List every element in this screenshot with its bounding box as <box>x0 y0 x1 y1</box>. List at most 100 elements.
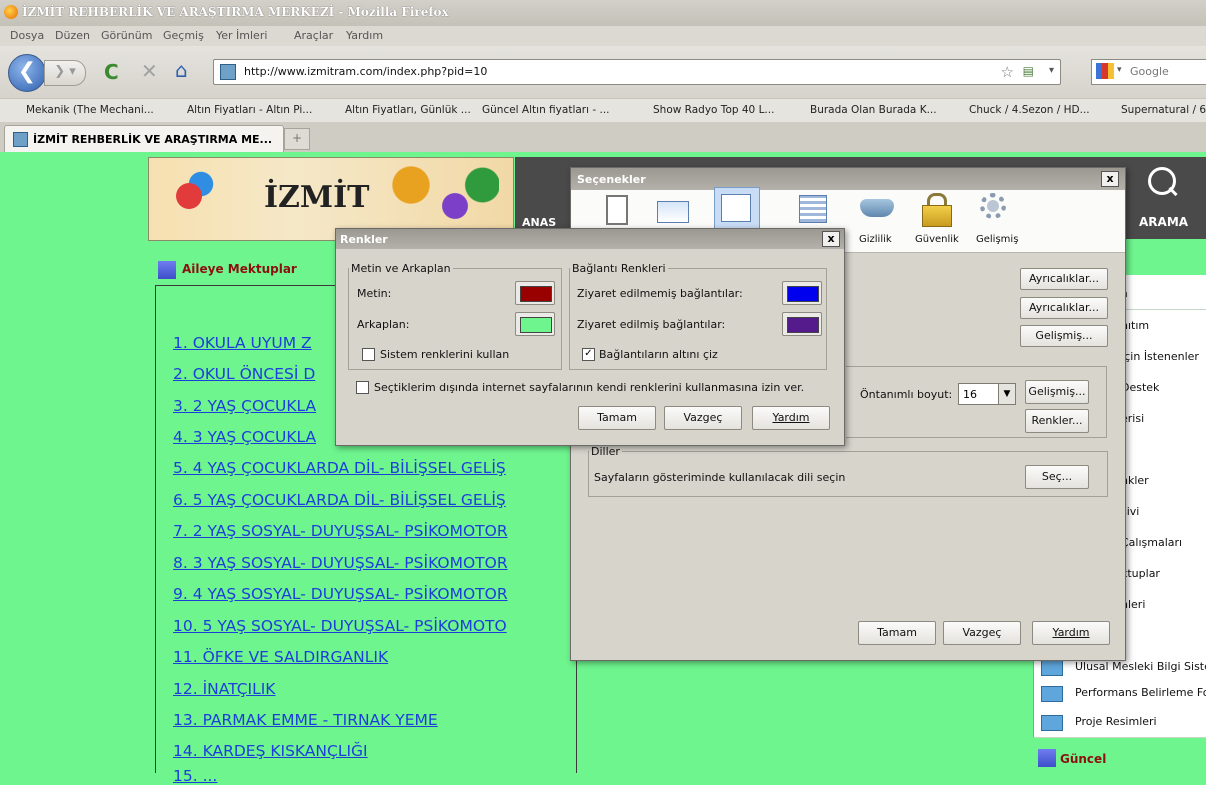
forward-button[interactable]: ❯ ▾ <box>44 60 86 86</box>
colors-button[interactable]: Renkler... <box>1025 409 1089 433</box>
reload-icon[interactable]: C <box>104 60 119 84</box>
hands-decoration-icon <box>159 166 219 226</box>
list-item[interactable]: 4. 3 YAŞ ÇOCUKLA <box>173 428 316 446</box>
tab-tabs-icon[interactable] <box>655 191 691 227</box>
menu-file[interactable]: Dosya <box>10 29 44 42</box>
list-item[interactable]: 1. OKULA UYUM Z <box>173 334 312 352</box>
close-icon[interactable]: x <box>822 231 840 247</box>
unvisited-color-swatch <box>787 286 819 302</box>
google-icon[interactable] <box>1096 63 1114 79</box>
options-cancel-button[interactable]: Vazgeç <box>943 621 1021 645</box>
allow-page-colors-label[interactable]: Seçtiklerim dışında internet sayfalarını… <box>374 381 804 394</box>
languages-text: Sayfaların gösteriminde kullanılacak dil… <box>594 471 846 484</box>
colors-cancel-button[interactable]: Vazgeç <box>664 406 742 430</box>
text-color-picker[interactable] <box>515 281 555 305</box>
list-item[interactable]: 7. 2 YAŞ SOSYAL- DUYUŞSAL- PSİKOMOTOR <box>173 522 508 540</box>
bookmark-item[interactable]: Show Radyo Top 40 L... <box>653 104 774 116</box>
default-size-select[interactable]: 16 ▼ <box>958 383 1016 405</box>
url-dropdown-icon[interactable]: ▾ <box>1049 65 1054 76</box>
menu-help[interactable]: Yardım <box>346 29 383 42</box>
bookmark-item[interactable]: Chuck / 4.Sezon / HD... <box>969 104 1090 116</box>
bookmarks-toolbar: Mekanik (The Mechani... Altın Fiyatları … <box>0 98 1206 124</box>
list-item[interactable]: 3. 2 YAŞ ÇOCUKLA <box>173 397 316 415</box>
colors-help-button[interactable]: Yardım <box>752 406 830 430</box>
chevron-down-icon[interactable]: ▼ <box>998 384 1015 404</box>
arrow-icon <box>1041 715 1063 731</box>
search-dropdown-icon[interactable]: ▾ <box>1117 65 1122 75</box>
list-item[interactable]: 14. KARDEŞ KISKANÇLIĞI <box>173 742 368 760</box>
fonts-advanced-button[interactable]: Gelişmiş... <box>1025 380 1089 404</box>
close-icon[interactable]: x <box>1101 171 1119 187</box>
menu-history[interactable]: Geçmiş <box>163 29 204 42</box>
sidebar-item[interactable]: Proje Resimleri <box>1035 706 1206 738</box>
bookmark-item[interactable]: Mekanik (The Mechani... <box>26 104 154 116</box>
list-item[interactable]: 6. 5 YAŞ ÇOCUKLARDA DİL- BİLİŞSEL GELİŞ <box>173 491 506 509</box>
default-size-value: 16 <box>963 388 977 401</box>
tab-advanced-label[interactable]: Gelişmiş <box>976 234 1018 245</box>
arrow-icon <box>1041 660 1063 676</box>
underline-links-checkbox[interactable]: ✓ <box>582 348 595 361</box>
bookmark-item[interactable]: Burada Olan Burada K... <box>810 104 937 116</box>
list-item[interactable]: 11. ÖFKE VE SALDIRGANLIK <box>173 648 388 666</box>
list-item[interactable]: 15. ... <box>173 767 217 785</box>
menu-tools[interactable]: Araçlar <box>294 29 333 42</box>
site-favicon-icon <box>220 64 236 80</box>
allow-page-colors-checkbox[interactable] <box>356 381 369 394</box>
sidebar-item[interactable]: Performans Belirleme For <box>1035 677 1206 709</box>
advanced-gear-icon[interactable] <box>976 191 1012 227</box>
tab-main-icon[interactable] <box>600 191 636 227</box>
background-color-label: Arkaplan: <box>357 318 410 331</box>
unvisited-color-picker[interactable] <box>782 281 822 305</box>
list-item[interactable]: 10. 5 YAŞ SOSYAL- DUYUŞSAL- PSİKOMOTO <box>173 617 507 635</box>
privacy-mask-icon[interactable] <box>858 191 894 227</box>
colors-dialog-title: Renkler <box>340 233 388 246</box>
list-item[interactable]: 9. 4 YAŞ SOSYAL- DUYUŞSAL- PSİKOMOTOR <box>173 585 508 603</box>
new-tab-button[interactable]: + <box>284 128 310 150</box>
list-item[interactable]: 2. OKUL ÖNCESİ D <box>173 365 315 383</box>
tab-privacy-label[interactable]: Gizlilik <box>859 234 892 245</box>
text-background-group-label: Metin ve Arkaplan <box>351 262 451 275</box>
tab-izmit[interactable]: İZMİT REHBERLİK VE ARAŞTIRMA ME... <box>4 125 284 152</box>
url-text[interactable]: http://www.izmitram.com/index.php?pid=10 <box>244 65 487 78</box>
search-box[interactable]: ▾ Google <box>1091 59 1206 85</box>
link-colors-group-label: Bağlantı Renkleri <box>572 262 666 275</box>
security-lock-icon[interactable] <box>918 191 954 227</box>
bookmark-item[interactable]: Altın Fiyatları - Altın Pi... <box>187 104 312 116</box>
back-button[interactable]: ❮ <box>8 54 46 92</box>
list-item[interactable]: 12. İNATÇILIK <box>173 680 275 698</box>
exceptions-button[interactable]: Ayrıcalıklar... <box>1020 268 1108 290</box>
languages-group-label: Diller <box>591 445 620 458</box>
bookmark-item[interactable]: Altın Fiyatları, Günlük ... <box>345 104 471 116</box>
url-bar[interactable]: http://www.izmitram.com/index.php?pid=10… <box>213 59 1061 85</box>
choose-language-button[interactable]: Seç... <box>1025 465 1089 489</box>
window-titlebar: İZMİT REHBERLİK VE ARAŞTIRMA MERKEZİ - M… <box>0 0 1206 26</box>
menu-view[interactable]: Görünüm <box>101 29 152 42</box>
nav-search-label[interactable]: ARAMA <box>1139 215 1188 229</box>
stop-icon[interactable]: ✕ <box>141 59 158 83</box>
visited-color-picker[interactable] <box>782 312 822 336</box>
underline-links-label[interactable]: Bağlantıların altını çiz <box>599 348 718 361</box>
system-colors-label[interactable]: Sistem renklerini kullan <box>380 348 509 361</box>
rss-icon[interactable]: ▤ <box>1023 64 1034 78</box>
list-item[interactable]: 5. 4 YAŞ ÇOCUKLARDA DİL- BİLİŞSEL GELİŞ <box>173 459 506 477</box>
star-icon[interactable]: ☆ <box>1001 63 1014 81</box>
section-icon <box>1038 749 1056 767</box>
bookmark-item[interactable]: Supernatural / 6 <box>1121 104 1206 116</box>
home-icon[interactable]: ⌂ <box>175 58 188 82</box>
colors-dialog-titlebar: Renkler x <box>336 229 844 249</box>
menu-bookmarks[interactable]: Yer İmleri <box>216 29 267 42</box>
menu-edit[interactable]: Düzen <box>55 29 90 42</box>
exceptions-button-2[interactable]: Ayrıcalıklar... <box>1020 297 1108 319</box>
advanced-js-button[interactable]: Gelişmiş... <box>1020 325 1108 347</box>
system-colors-checkbox[interactable] <box>362 348 375 361</box>
tab-applications-icon[interactable] <box>795 191 831 227</box>
tab-content-icon[interactable] <box>714 187 760 233</box>
colors-ok-button[interactable]: Tamam <box>578 406 656 430</box>
bookmark-item[interactable]: Güncel Altın fiyatları - ... <box>482 104 610 116</box>
list-item[interactable]: 8. 3 YAŞ SOSYAL- DUYUŞSAL- PSİKOMOTOR <box>173 554 508 572</box>
options-ok-button[interactable]: Tamam <box>858 621 936 645</box>
tab-security-label[interactable]: Güvenlik <box>915 234 959 245</box>
background-color-picker[interactable] <box>515 312 555 336</box>
options-help-button[interactable]: Yardım <box>1032 621 1110 645</box>
list-item[interactable]: 13. PARMAK EMME - TIRNAK YEME <box>173 711 438 729</box>
